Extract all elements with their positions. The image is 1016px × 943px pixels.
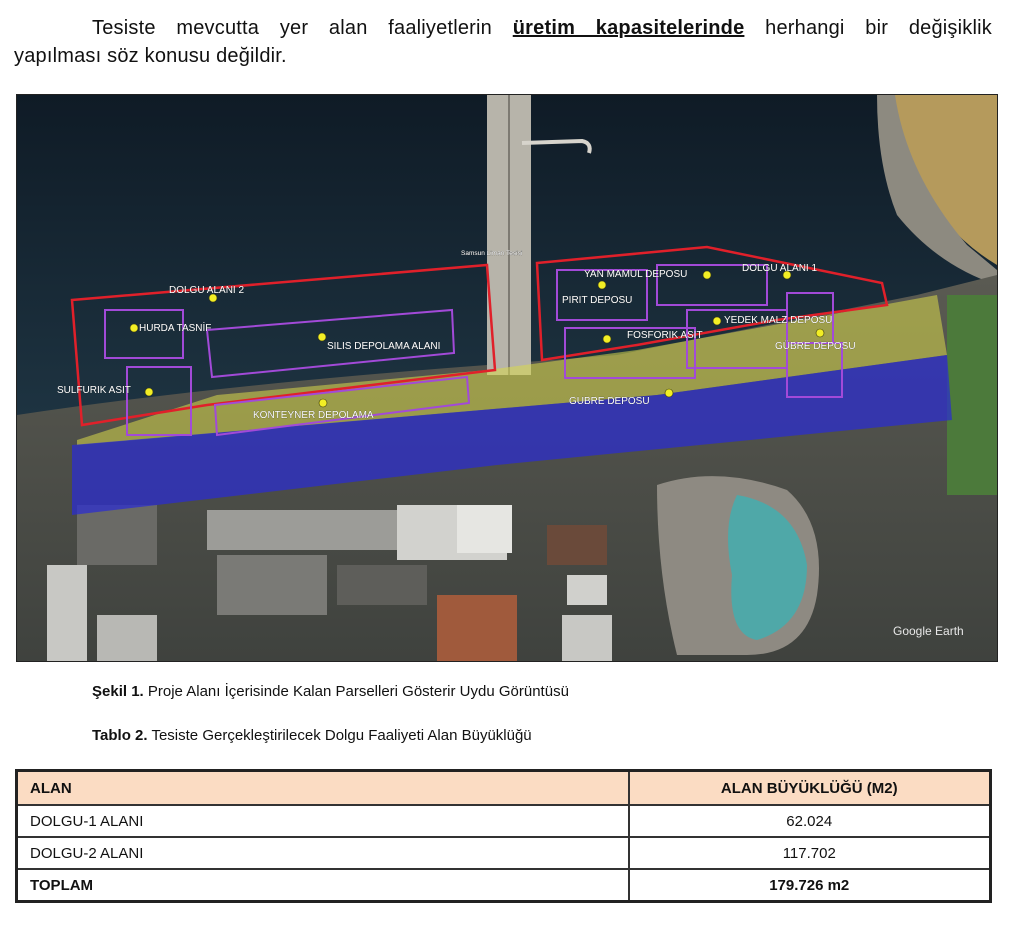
pin-gubre2 xyxy=(815,328,825,338)
green-area xyxy=(947,295,997,495)
table-header-row: ALAN ALAN BÜYÜKLÜĞÜ (M2) xyxy=(15,769,992,806)
pin-hurda xyxy=(129,323,139,333)
label-gubre2: GÜBRE DEPOSU xyxy=(775,340,856,352)
intro-text-emphasis: üretim kapasitelerinde xyxy=(512,17,745,39)
row-name: DOLGU-1 ALANI xyxy=(15,804,630,838)
total-value: 179.726 m2 xyxy=(627,868,992,903)
pin-yanmamul xyxy=(702,270,712,280)
label-yanmamul: YAN MAMUL DEPOSU xyxy=(584,269,687,280)
pin-silis xyxy=(317,332,327,342)
total-name: TOPLAM xyxy=(15,868,630,903)
pin-yedek xyxy=(712,316,722,326)
label-dolgu1: DOLGU ALANI 1 xyxy=(742,263,817,274)
table-caption-text: Tesiste Gerçekleştirilecek Dolgu Faaliye… xyxy=(151,727,532,744)
intro-line-1: Tesiste mevcutta yer alan faaliyetlerin … xyxy=(14,14,992,42)
table-caption-label: Tablo 2. xyxy=(92,727,148,744)
label-sulfurik: SULFURIK ASIT xyxy=(57,385,131,396)
pin-sulfurik xyxy=(144,387,154,397)
intro-paragraph: Tesiste mevcutta yer alan faaliyetlerin … xyxy=(14,14,992,70)
intro-line-2: yapılması söz konusu değildir. xyxy=(14,45,287,67)
table-row: DOLGU-2 ALANI 117.702 xyxy=(15,836,992,870)
row-name: DOLGU-2 ALANI xyxy=(15,836,630,870)
figure-caption-text: Proje Alanı İçerisinde Kalan Parselleri … xyxy=(147,683,569,700)
map-watermark: Google Earth xyxy=(893,624,964,638)
label-jetty: Samsun Liman Tesisi xyxy=(461,250,522,257)
satellite-image: DOLGU ALANI 2 HURDA TASNİF SILIS DEPOLAM… xyxy=(17,95,997,661)
row-value: 117.702 xyxy=(627,836,992,870)
table-total-row: TOPLAM 179.726 m2 xyxy=(15,868,992,903)
row-value: 62.024 xyxy=(627,804,992,838)
figure-caption: Şekil 1. Proje Alanı İçerisinde Kalan Pa… xyxy=(92,683,569,700)
label-dolgu2: DOLGU ALANI 2 xyxy=(169,285,244,296)
area-table: ALAN ALAN BÜYÜKLÜĞÜ (M2) DOLGU-1 ALANI 6… xyxy=(15,769,992,903)
label-fosforik: FOSFORIK ASIT xyxy=(627,330,703,341)
intro-text-pre: Tesiste mevcutta yer alan faaliyetlerin xyxy=(92,17,493,39)
header-size: ALAN BÜYÜKLÜĞÜ (M2) xyxy=(627,769,992,806)
pin-pirit xyxy=(597,280,607,290)
satellite-map: DOLGU ALANI 2 HURDA TASNİF SILIS DEPOLAM… xyxy=(16,94,998,662)
header-area: ALAN xyxy=(15,769,630,806)
label-pirit: PIRIT DEPOSU xyxy=(562,295,632,306)
label-konteyner: KONTEYNER DEPOLAMA xyxy=(253,410,374,421)
pin-konteyner xyxy=(318,398,328,408)
table-caption: Tablo 2. Tesiste Gerçekleştirilecek Dolg… xyxy=(92,727,532,744)
figure-caption-label: Şekil 1. xyxy=(92,683,144,700)
label-yedek: YEDEK MALZ DEPOSU xyxy=(724,315,832,326)
pin-fosforik xyxy=(602,334,612,344)
table-row: DOLGU-1 ALANI 62.024 xyxy=(15,804,992,838)
label-gubre: GUBRE DEPOSU xyxy=(569,396,650,407)
intro-text-post: herhangi bir değişiklik xyxy=(765,17,992,39)
label-silis: SILIS DEPOLAMA ALANI xyxy=(327,341,440,352)
label-hurda: HURDA TASNİF xyxy=(139,321,211,334)
pin-gubre xyxy=(664,388,674,398)
